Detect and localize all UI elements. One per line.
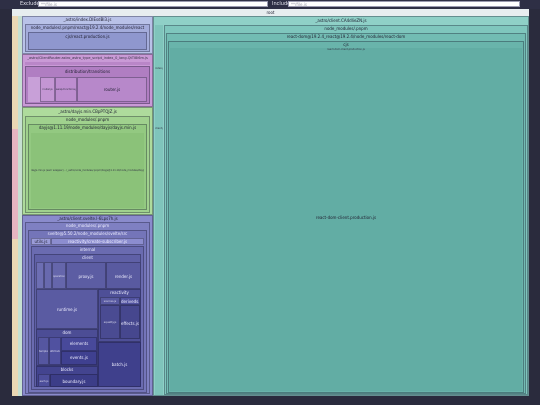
node-sources[interactable]	[36, 262, 44, 289]
dayjs-pkg-label: dayjs@1.11.19/node_modules/dayjs/dayjs.m…	[38, 125, 137, 130]
node-internal[interactable]: internal client operations.js proxy.js r…	[31, 246, 144, 390]
proxy-label: proxy.js	[78, 274, 94, 279]
include-input[interactable]: **/file.js	[288, 1, 520, 7]
internal-label: internal	[79, 247, 96, 252]
node-boundary[interactable]: boundary.js	[50, 374, 98, 387]
router-label: router.js	[103, 87, 121, 92]
node-react-dom-cjs[interactable]: cjs react-dom-client.production.js react…	[168, 41, 524, 393]
react-dom-client-label: _astro/client.CA4dlieZN.js	[315, 18, 367, 23]
node-equality[interactable]	[44, 262, 52, 289]
node-swap[interactable]: swap-functions.js	[55, 77, 77, 102]
react-dom-pkg-label: react-dom@19.2.4_react@19.2.4/node_modul…	[286, 34, 406, 39]
node-react-dom-client-prod[interactable]: react-dom-client.production.js react-dom…	[170, 48, 522, 391]
render-label: render.js	[114, 274, 133, 279]
node-effects[interactable]: effects.js	[120, 305, 140, 339]
runtime-label: runtime.js	[56, 307, 78, 312]
react-index-label: _astro/index.DIEsdBl3.js	[63, 17, 112, 22]
dayjs-label: _astro/dayjs.min.CBpPTQJZ.js	[58, 109, 117, 114]
node-router-small[interactable]: router.js	[40, 77, 55, 102]
node-elements[interactable]: elements	[61, 337, 97, 351]
node-attributes[interactable]: attributes.js	[49, 337, 61, 365]
node-events[interactable]: events.js	[61, 351, 97, 365]
boundary-label: boundary.js	[62, 379, 86, 384]
node-dayjs-modules[interactable]: node_modules/.pnpm dayjs@1.11.19/node_mo…	[25, 116, 150, 213]
node-dom[interactable]: dom template.js attributes.js elements	[36, 329, 98, 366]
filter-bar: Exclude **/file.js Include **/file.js	[0, 0, 540, 9]
right-side-label-2: client.js	[155, 127, 163, 130]
treemap-root[interactable]: root _astro/index.DIEsdBl3.js node_modul…	[12, 9, 529, 396]
node-svelte-pkg[interactable]: svelte@5.50.2/node_modules/svelte/src ut…	[28, 230, 147, 393]
utils-label: utils.js	[34, 239, 48, 244]
attributes-label: attributes.js	[50, 350, 60, 353]
exclude-label: Exclude	[20, 1, 40, 7]
node-reactivity-create[interactable]: reactivity/create-subscriber.js	[51, 238, 144, 245]
router-small-label: router.js	[42, 88, 53, 91]
node-distribution[interactable]: distribution/transitions router.js swap-…	[25, 66, 150, 104]
node-client[interactable]: client operations.js proxy.js render.js	[34, 254, 141, 387]
node-operations[interactable]: operations.js	[52, 262, 66, 289]
deriveds-label: deriveds.js	[121, 299, 139, 304]
astro-router-bar[interactable]	[25, 62, 150, 65]
node-reactivity[interactable]: reactivity sources.js deriveds.js equali…	[98, 289, 141, 342]
node-react-cjs[interactable]: cjs/react.production.js	[28, 32, 147, 50]
node-react-dom-modules[interactable]: node_modules/.pnpm react-dom@19.2.4_reac…	[164, 25, 528, 395]
react-modules-label: node_modules/.pnpm/react@19.2.4/node_mod…	[30, 25, 145, 30]
treemap-strip-c[interactable]	[12, 129, 18, 239]
node-utils[interactable]: utils.js	[31, 238, 51, 245]
astro-router-label: _astro/ClientRouter.astro_astro_type_scr…	[27, 56, 148, 60]
blocks-label: blocks	[60, 367, 74, 372]
operations-label: operations.js	[53, 275, 65, 278]
node-svelte[interactable]: _astro/client.svelte.l-6Lps7h.js node_mo…	[22, 215, 153, 396]
node-right-side-strip[interactable]: index.js client.js	[155, 25, 163, 395]
node-svelte-modules[interactable]: node_modules/.pnpm svelte@5.50.2/node_mo…	[25, 222, 150, 394]
node-dayjs-inner[interactable]: dayjs.min.js (esm wrapper) – /_astro/nod…	[31, 133, 144, 208]
node-each[interactable]: each.js	[38, 374, 50, 387]
node-dayjs[interactable]: _astro/dayjs.min.CBpPTQJZ.js node_module…	[22, 107, 153, 215]
dom-label: dom	[62, 330, 72, 335]
svelte-modules-label: node_modules/.pnpm	[65, 223, 110, 228]
elements-label: elements	[69, 341, 89, 346]
node-router[interactable]: router.js	[77, 77, 147, 102]
reactivity-create-label: reactivity/create-subscriber.js	[67, 239, 128, 244]
node-astro-router[interactable]: _astro/ClientRouter.astro_astro_type_scr…	[22, 54, 153, 107]
node-equality-small[interactable]: equality.js	[100, 305, 120, 339]
node-template[interactable]: template.js	[38, 337, 49, 365]
effects-label: effects.js	[121, 321, 139, 326]
node-runtime[interactable]: runtime.js	[36, 289, 98, 329]
node-batch[interactable]: batch.js	[98, 342, 141, 387]
react-dom-modules-label: node_modules/.pnpm	[324, 26, 368, 31]
node-react-index[interactable]: _astro/index.DIEsdBl3.js node_modules/.p…	[22, 16, 153, 54]
node-deriveds[interactable]: deriveds.js	[120, 297, 140, 305]
node-proxy[interactable]: proxy.js	[66, 262, 106, 289]
react-dom-cjs-label: cjs	[343, 42, 349, 47]
node-render[interactable]: render.js	[106, 262, 141, 289]
events-label: events.js	[70, 355, 88, 360]
client-label: client	[82, 255, 93, 260]
root-label: root	[266, 10, 275, 15]
template-label: template.js	[39, 350, 48, 353]
equality-label: equality.js	[103, 321, 117, 324]
node-distribution-a[interactable]	[28, 77, 40, 102]
node-react-dom-client[interactable]: _astro/client.CA4dlieZN.js index.js clie…	[153, 16, 529, 396]
react-dom-client-small-label: react-dom-client.production.js	[327, 48, 365, 51]
node-react-modules[interactable]: node_modules/.pnpm/react@19.2.4/node_mod…	[25, 24, 150, 52]
react-cjs-label: cjs/react.production.js	[65, 34, 110, 39]
node-dayjs-pkg[interactable]: dayjs@1.11.19/node_modules/dayjs/dayjs.m…	[28, 124, 147, 210]
dayjs-modules-label: node_modules/.pnpm	[65, 117, 110, 122]
svelte-pkg-label: svelte@5.50.2/node_modules/svelte/src	[47, 231, 128, 236]
exclude-input[interactable]: **/file.js	[38, 1, 268, 7]
node-react-dom-pkg[interactable]: react-dom@19.2.4_react@19.2.4/node_modul…	[166, 33, 526, 394]
reactivity-label: reactivity	[110, 290, 129, 295]
batch-label: batch.js	[111, 362, 128, 367]
dayjs-inner-label: dayjs.min.js (esm wrapper) – /_astro/nod…	[31, 169, 144, 172]
sources-label: sources.js	[103, 300, 117, 303]
each-label: each.js	[39, 380, 49, 383]
react-dom-client-label-main: react-dom-client.production.js	[315, 215, 377, 220]
distribution-label: distribution/transitions	[64, 69, 111, 74]
node-sources-small[interactable]: sources.js	[100, 297, 120, 305]
node-blocks[interactable]: blocks each.js boundary.js	[36, 366, 98, 387]
swap-label: swap-functions.js	[56, 88, 76, 91]
right-side-label-1: index.js	[155, 67, 163, 70]
